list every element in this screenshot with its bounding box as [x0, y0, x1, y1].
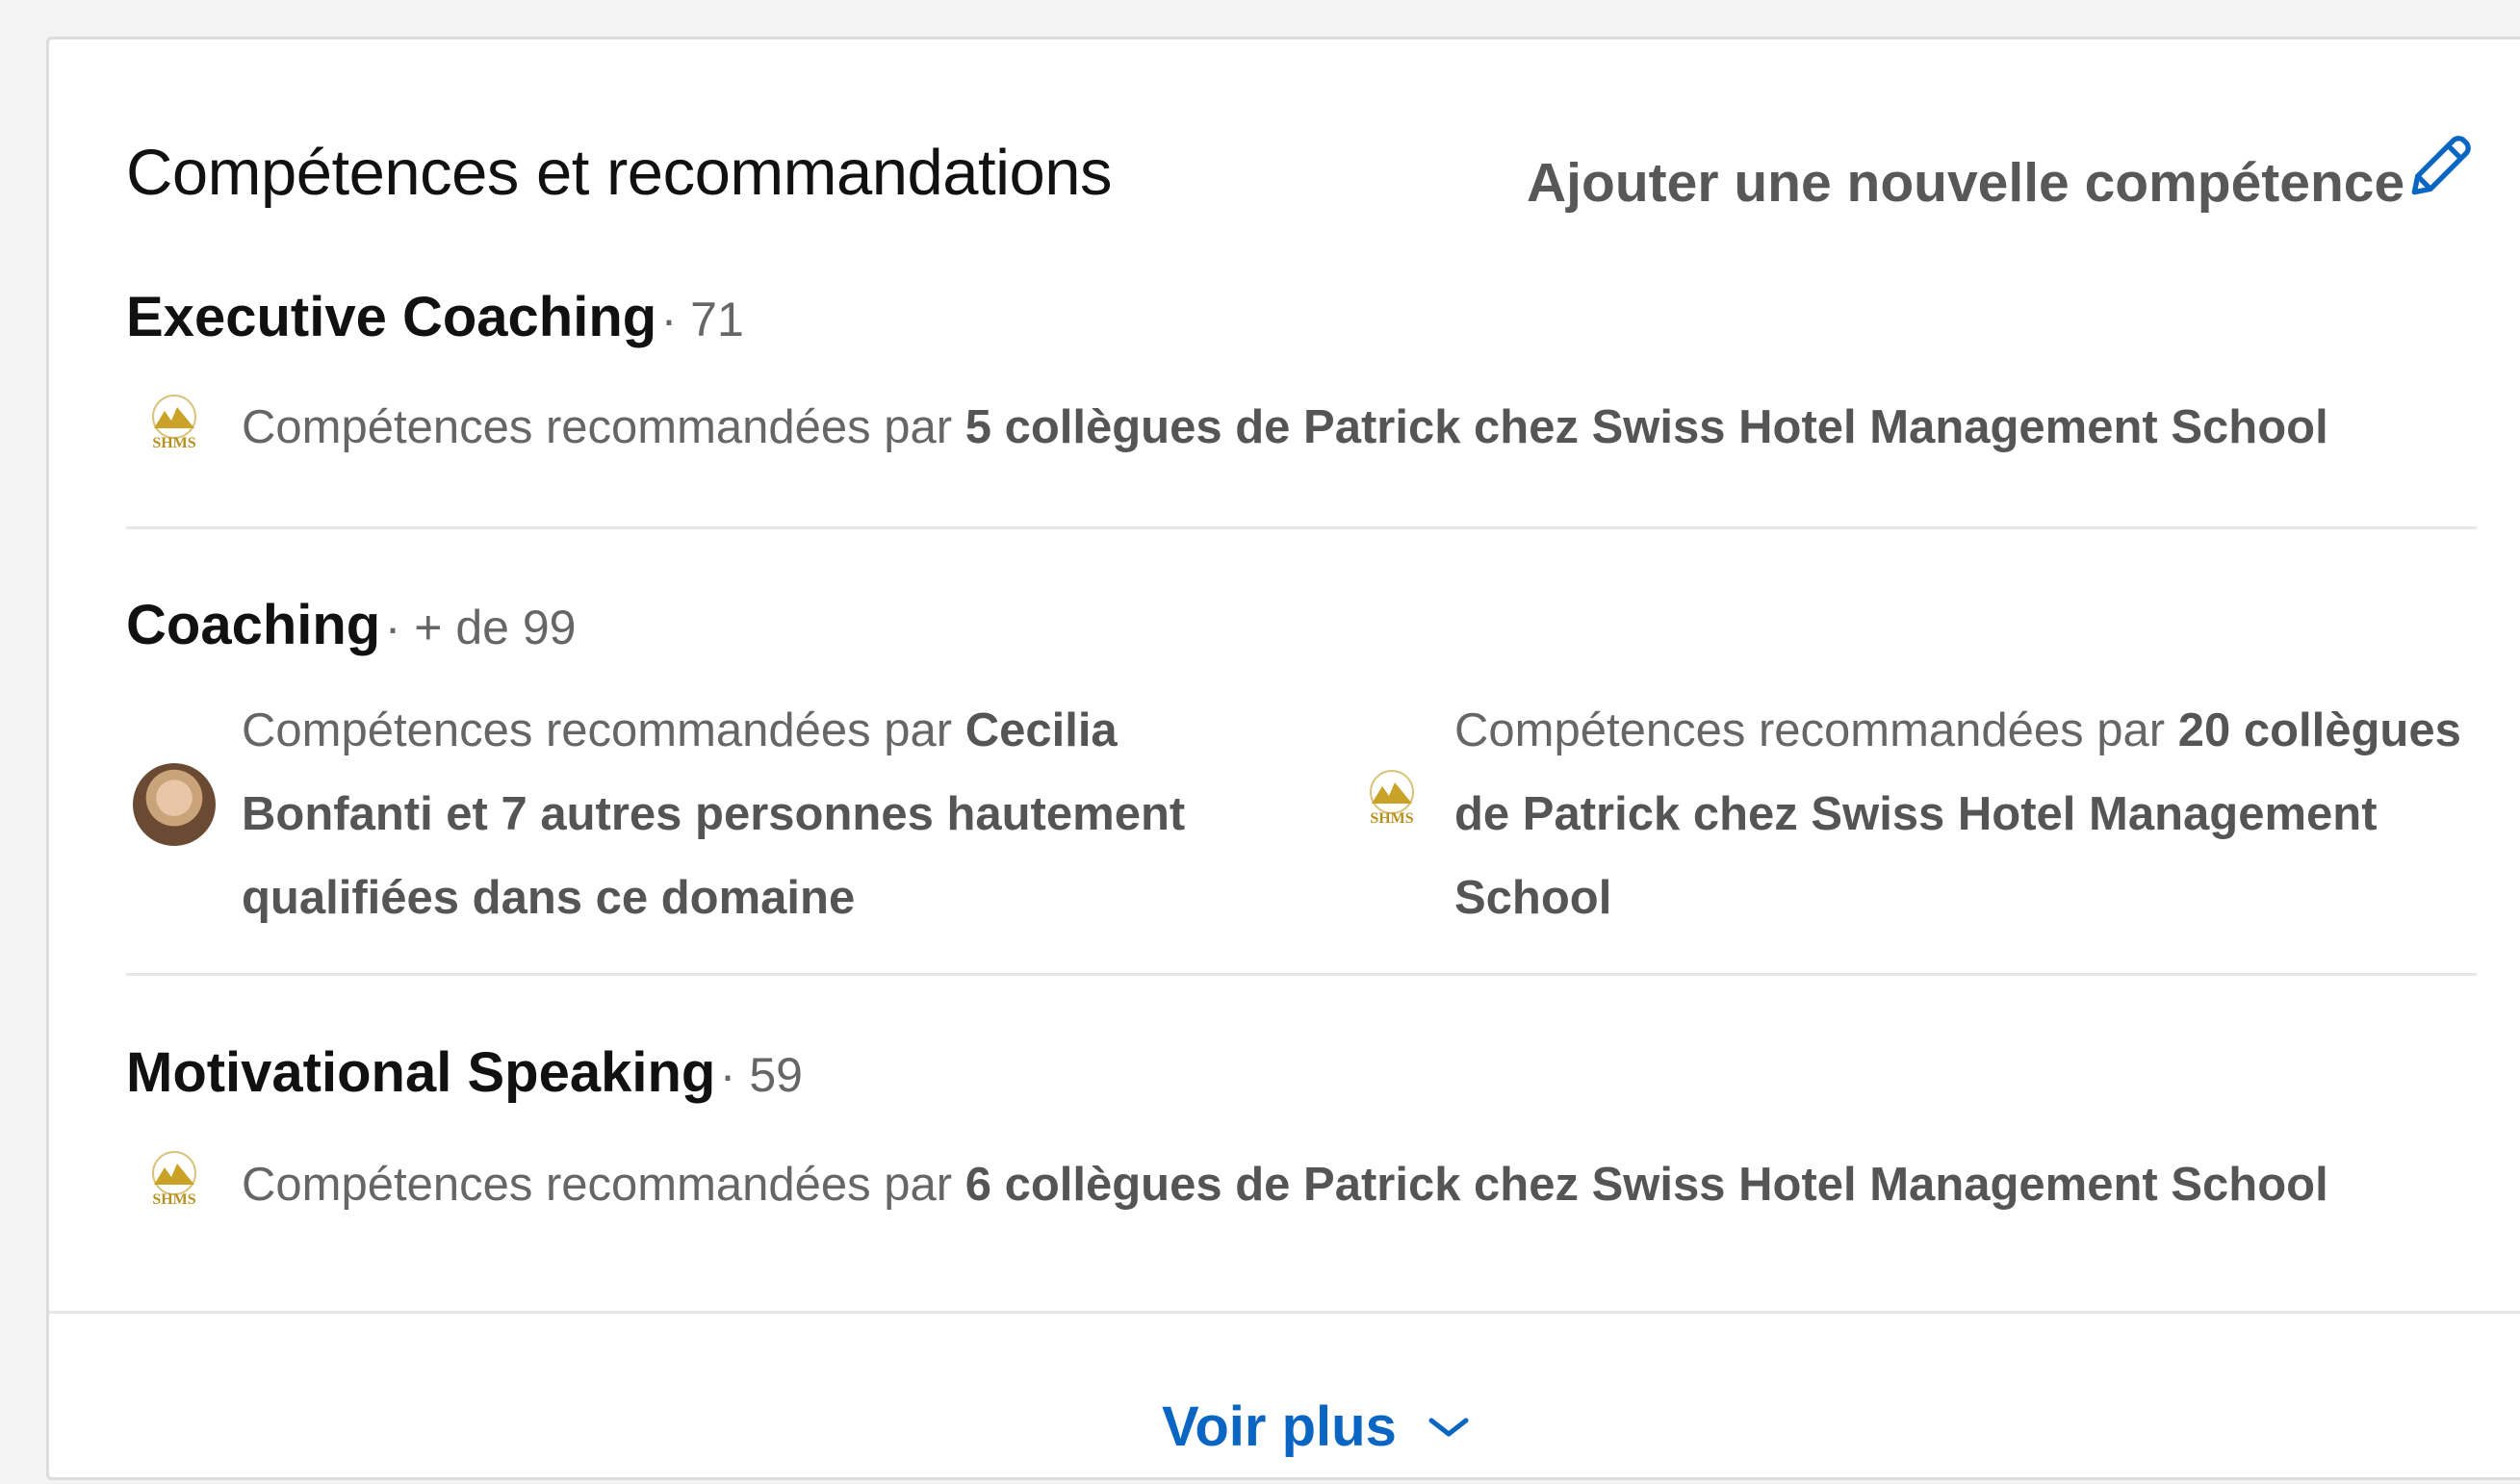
skill-item-executive-coaching[interactable]: Executive Coaching · 71: [126, 285, 744, 349]
section-title: Compétences et recommandations: [126, 137, 1113, 209]
skill-item-coaching[interactable]: Coaching · + de 99: [126, 593, 576, 657]
endorsement-count: · 59: [719, 1048, 803, 1102]
divider: [126, 973, 2477, 976]
endorsement-source: 6 collègues de Patrick chez Swiss Hotel …: [964, 1159, 2328, 1211]
add-skill-link[interactable]: Ajouter une nouvelle compétence: [1527, 151, 2404, 215]
svg-text:SHMS: SHMS: [152, 1191, 195, 1208]
endorsement-count: · + de 99: [384, 601, 577, 654]
skill-item-motivational-speaking[interactable]: Motivational Speaking · 59: [126, 1040, 803, 1105]
endorsement-prefix: Compétences recommandées par: [1454, 704, 2178, 756]
shms-logo-icon: SHMS: [1370, 770, 1414, 827]
see-more-label: Voir plus: [1162, 1395, 1397, 1458]
divider: [126, 526, 2477, 529]
endorsement-row[interactable]: Compétences recommandées par Cecilia Bon…: [242, 689, 1223, 940]
endorsement-count: · 71: [660, 293, 744, 346]
footer-divider: [49, 1311, 2520, 1314]
svg-text:SHMS: SHMS: [1370, 810, 1413, 827]
skills-card: Compétences et recommandations Ajouter u…: [46, 37, 2520, 1480]
endorsement-row[interactable]: Compétences recommandées par 6 collègues…: [242, 1143, 2328, 1227]
endorsement-prefix: Compétences recommandées par: [242, 1159, 965, 1211]
skill-name[interactable]: Executive Coaching: [126, 286, 656, 348]
skill-name[interactable]: Motivational Speaking: [126, 1041, 715, 1104]
shms-logo-icon: SHMS: [152, 395, 196, 451]
svg-text:SHMS: SHMS: [152, 435, 195, 451]
endorsement-source: 5 collègues de Patrick chez Swiss Hotel …: [964, 401, 2328, 453]
chevron-down-icon: [1428, 1418, 1469, 1436]
endorsement-prefix: Compétences recommandées par: [242, 704, 965, 756]
skill-name[interactable]: Coaching: [126, 594, 380, 656]
avatar[interactable]: [133, 763, 216, 846]
shms-logo-icon: SHMS: [152, 1151, 196, 1208]
endorsement-row[interactable]: Compétences recommandées par 5 collègues…: [242, 386, 2328, 470]
endorsement-prefix: Compétences recommandées par: [242, 401, 965, 453]
pencil-icon[interactable]: [2402, 128, 2479, 205]
endorsement-row[interactable]: Compétences recommandées par 20 collègue…: [1454, 689, 2465, 940]
see-more-button[interactable]: Voir plus: [1162, 1394, 1472, 1459]
